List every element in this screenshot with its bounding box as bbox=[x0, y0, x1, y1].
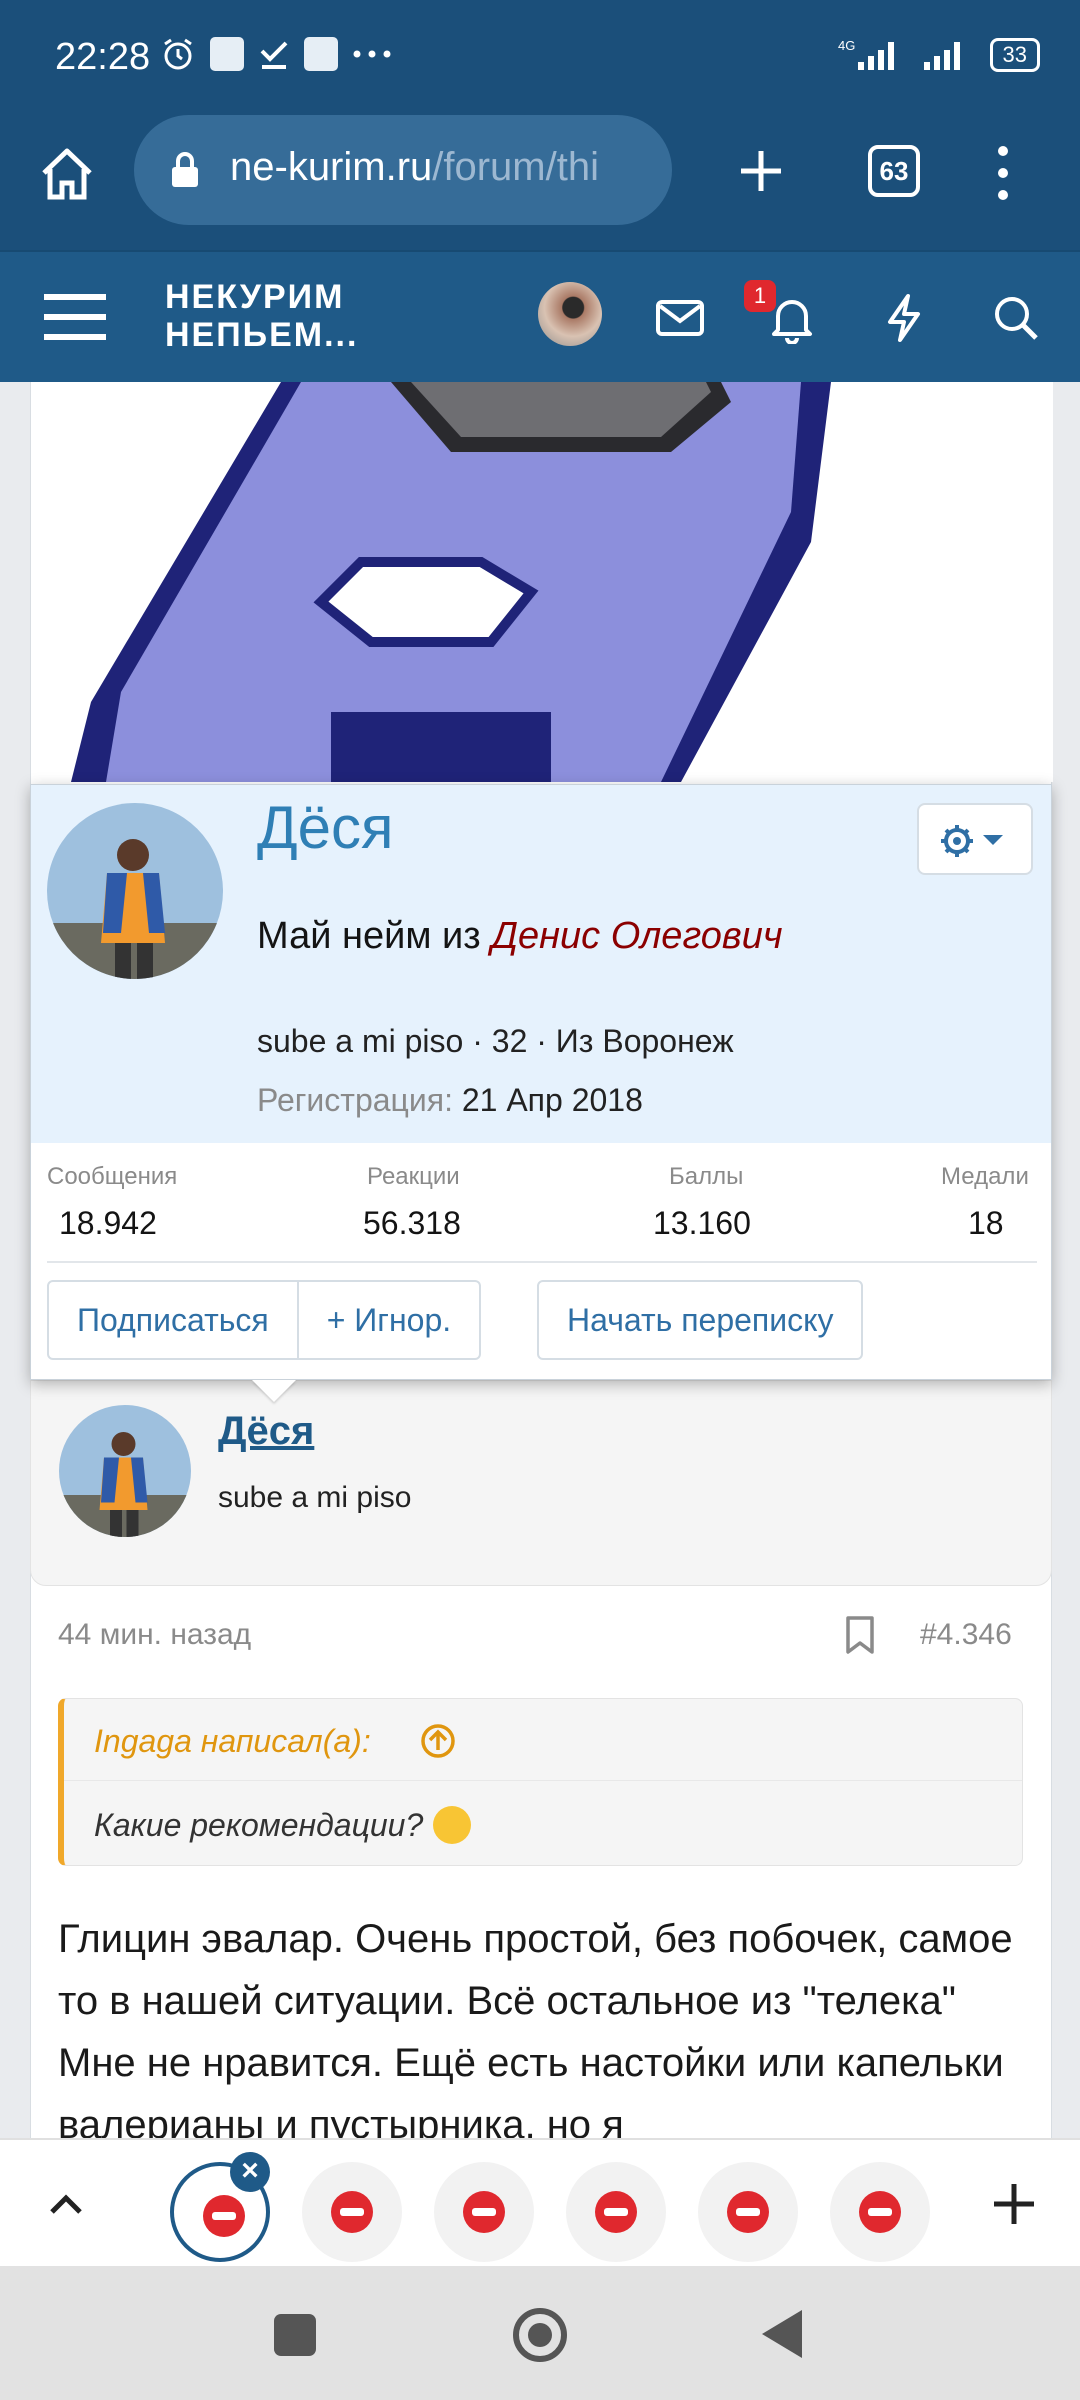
tab-item[interactable] bbox=[830, 2162, 930, 2262]
notification-badge: 1 bbox=[744, 280, 776, 312]
subscribe-button[interactable]: Подписаться bbox=[47, 1280, 299, 1360]
bolt-icon[interactable] bbox=[878, 292, 930, 344]
member-registration: Регистрация: 21 Апр 2018 bbox=[257, 1082, 643, 1119]
stat-value-points[interactable]: 13.160 bbox=[653, 1205, 751, 1242]
battery-indicator: 33 bbox=[989, 38, 1040, 72]
hamburger-menu-icon[interactable] bbox=[44, 292, 106, 342]
logo-line-1: НЕКУРИМ bbox=[165, 278, 345, 316]
post-timestamp[interactable]: 44 мин. назад bbox=[58, 1618, 251, 1652]
site-favicon-icon bbox=[859, 2191, 901, 2233]
member-tooltip: Дёся Май нейм из Денис Олегович sube a m… bbox=[30, 784, 1052, 1380]
network-type: 4G bbox=[838, 38, 855, 53]
quote-header: Ingaga написал(а): bbox=[64, 1699, 1022, 1781]
arrow-up-circle-icon[interactable] bbox=[420, 1723, 456, 1759]
stats-divider bbox=[47, 1261, 1037, 1263]
tabs-count-button[interactable]: 63 bbox=[868, 145, 920, 197]
tab-item[interactable] bbox=[698, 2162, 798, 2262]
post-quote: Ingaga написал(а): Какие рекомендации? bbox=[58, 1698, 1023, 1866]
browser-toolbar: ne-kurim.ru/forum/thi 63 bbox=[0, 115, 1080, 250]
follow-ignore-group: Подписаться + Игнор. bbox=[47, 1280, 482, 1360]
download-done-icon bbox=[260, 41, 288, 69]
post-body-text: Глицин эвалар. Очень простой, без побоче… bbox=[58, 1917, 1013, 2147]
stat-value-reactions[interactable]: 56.318 bbox=[363, 1205, 461, 1242]
lock-icon bbox=[172, 152, 198, 187]
registration-date: 21 Апр 2018 bbox=[461, 1082, 643, 1118]
status-bar: 22:28 4G 33 bbox=[0, 0, 1080, 115]
close-tab-icon[interactable]: × bbox=[230, 2152, 270, 2192]
new-tab-icon[interactable] bbox=[737, 147, 785, 195]
app-notification-icon bbox=[210, 37, 244, 71]
post-number-link[interactable]: #4.346 bbox=[920, 1618, 1012, 1652]
user-avatar[interactable] bbox=[538, 282, 602, 346]
mail-icon[interactable] bbox=[654, 292, 706, 344]
site-favicon-icon bbox=[331, 2191, 373, 2233]
more-notifications-icon bbox=[353, 50, 391, 58]
url-host: ne-kurim.ru bbox=[230, 145, 433, 189]
quote-text: Какие рекомендации? bbox=[94, 1805, 472, 1847]
tooltip-arrow bbox=[252, 1380, 296, 1402]
status-time: 22:28 bbox=[55, 36, 151, 78]
post-image-bottle-opener bbox=[31, 382, 1053, 782]
relieved-face-emoji-icon bbox=[433, 1805, 472, 1844]
member-avatar[interactable] bbox=[47, 803, 223, 979]
tab-item[interactable] bbox=[434, 2162, 534, 2262]
recents-button[interactable] bbox=[274, 2314, 316, 2356]
tab-item[interactable] bbox=[566, 2162, 666, 2262]
url-path: /forum/thi bbox=[432, 145, 599, 189]
member-meta: sube a mi piso · 32 · Из Воронеж bbox=[257, 1023, 734, 1059]
author-user-title: sube a mi piso bbox=[218, 1481, 412, 1514]
browser-menu-icon[interactable] bbox=[997, 145, 1009, 201]
stat-label-reactions: Реакции bbox=[367, 1163, 460, 1190]
quote-text-content: Какие рекомендации? bbox=[94, 1807, 424, 1843]
author-name-link[interactable]: Дёся bbox=[218, 1409, 314, 1454]
site-favicon-icon bbox=[463, 2191, 505, 2233]
chevron-up-icon[interactable] bbox=[44, 2182, 88, 2226]
ignore-button[interactable]: + Игнор. bbox=[298, 1280, 482, 1360]
back-button[interactable] bbox=[762, 2310, 802, 2358]
alarm-icon bbox=[164, 38, 192, 70]
registration-label: Регистрация: bbox=[257, 1082, 453, 1118]
post-author-box: Дёся sube a mi piso bbox=[30, 1380, 1052, 1586]
address-bar[interactable]: ne-kurim.ru/forum/thi bbox=[134, 115, 672, 225]
app-notification-icon-2 bbox=[304, 37, 338, 71]
add-tab-icon[interactable] bbox=[990, 2180, 1038, 2228]
site-favicon-icon bbox=[595, 2191, 637, 2233]
author-avatar[interactable] bbox=[59, 1405, 191, 1537]
tab-item[interactable] bbox=[302, 2162, 402, 2262]
start-conversation-button[interactable]: Начать переписку bbox=[537, 1280, 864, 1360]
system-navigation-bar bbox=[0, 2266, 1080, 2400]
status-notification-icons bbox=[160, 36, 392, 72]
stat-label-medals: Медали bbox=[941, 1163, 1029, 1190]
home-icon[interactable] bbox=[38, 145, 96, 203]
member-user-title: Май нейм из Денис Олегович bbox=[257, 915, 783, 958]
site-logo[interactable]: НЕКУРИМ НЕПЬЕМ... bbox=[165, 278, 358, 354]
title-name: Денис Олегович bbox=[491, 915, 783, 957]
signal-icon-2 bbox=[923, 42, 960, 70]
url-text: ne-kurim.ru/forum/thi bbox=[230, 145, 599, 190]
signal-icon: 4G bbox=[838, 38, 894, 70]
browser-tab-switcher: × bbox=[0, 2138, 1080, 2266]
search-icon[interactable] bbox=[990, 292, 1042, 344]
title-prefix: Май нейм из bbox=[257, 915, 481, 957]
stat-label-messages: Сообщения bbox=[47, 1163, 178, 1190]
stat-value-messages[interactable]: 18.942 bbox=[59, 1205, 157, 1242]
site-favicon-icon bbox=[203, 2195, 245, 2237]
quote-author[interactable]: Ingaga написал(а): bbox=[94, 1723, 371, 1760]
member-tooltip-header: Дёся Май нейм из Денис Олегович sube a m… bbox=[31, 785, 1051, 1143]
site-header: НЕКУРИМ НЕПЬЕМ... 1 bbox=[0, 250, 1080, 382]
status-right: 4G 33 bbox=[838, 38, 1040, 72]
stat-value-medals[interactable]: 18 bbox=[968, 1205, 1004, 1242]
bookmark-icon[interactable] bbox=[844, 1615, 876, 1655]
member-settings-button[interactable] bbox=[917, 803, 1033, 875]
site-favicon-icon bbox=[727, 2191, 769, 2233]
logo-line-2: НЕПЬЕМ... bbox=[165, 316, 359, 354]
stat-label-points: Баллы bbox=[669, 1163, 744, 1190]
member-name[interactable]: Дёся bbox=[257, 793, 394, 862]
bottle-opener-image bbox=[71, 382, 831, 782]
home-button[interactable] bbox=[513, 2308, 567, 2362]
